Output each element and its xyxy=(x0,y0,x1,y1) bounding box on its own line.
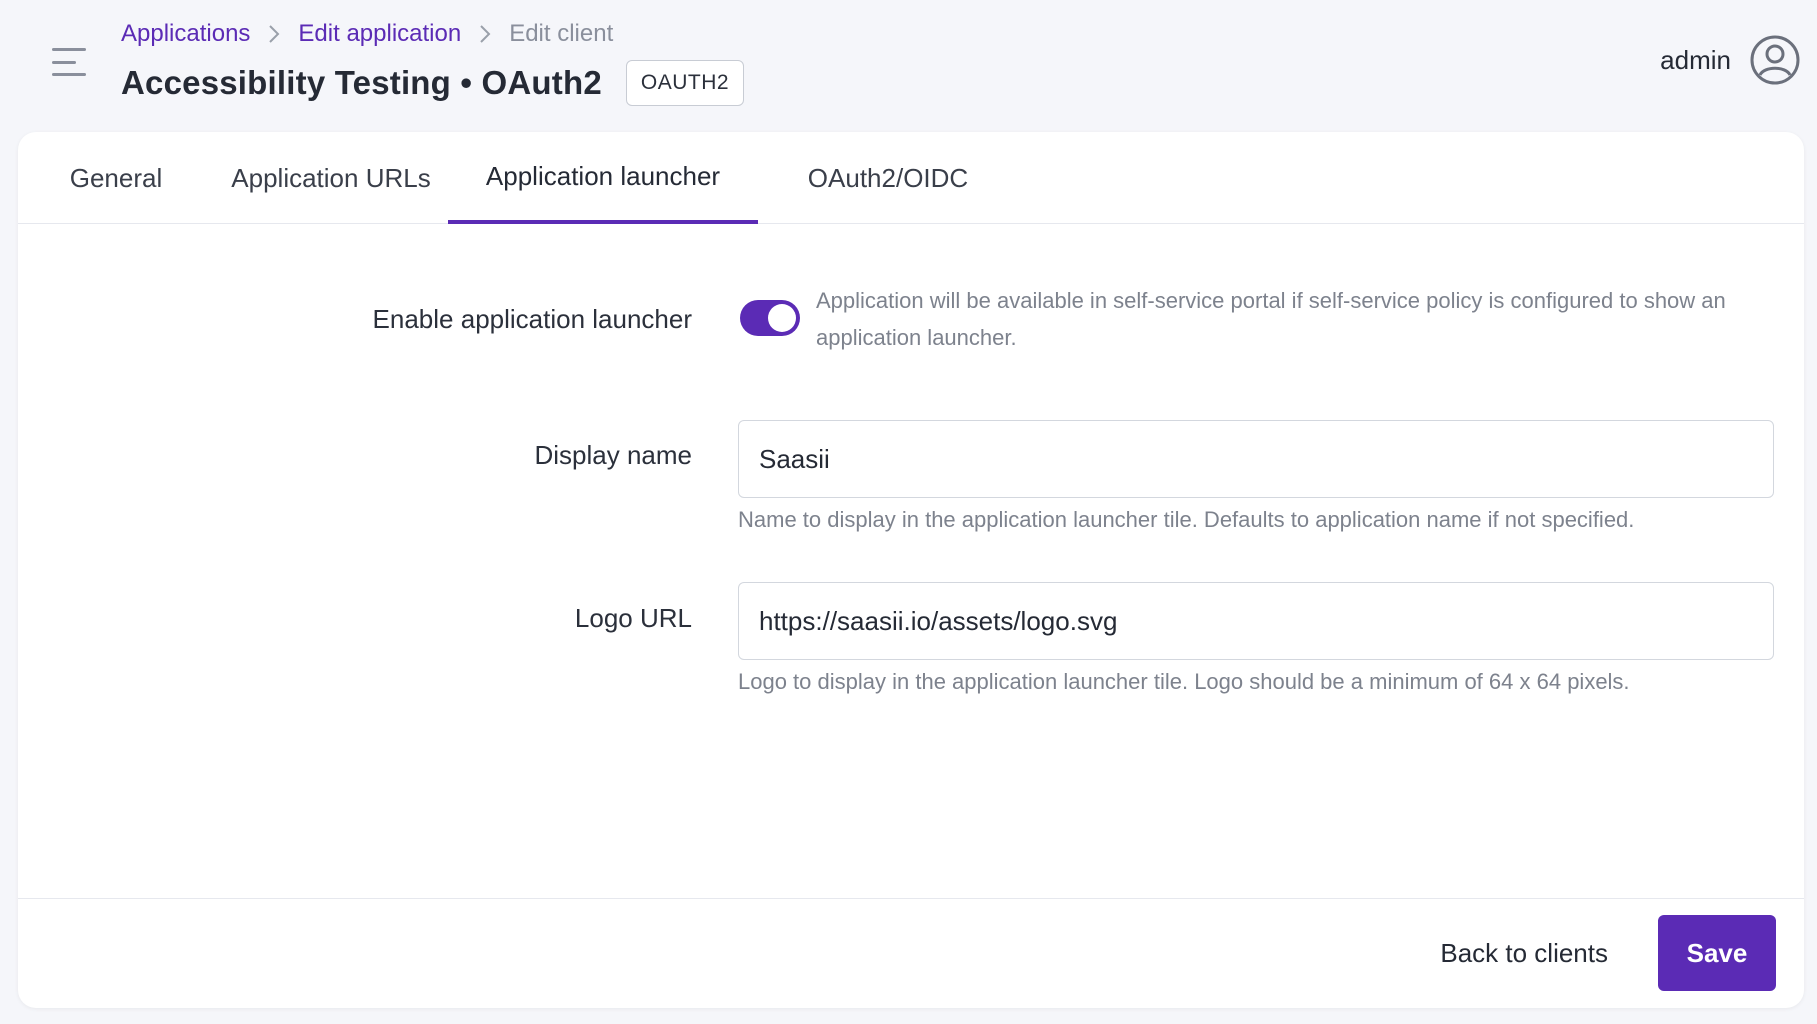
user-name: admin xyxy=(1660,44,1731,75)
user-circle-icon xyxy=(1750,35,1800,85)
client-type-badge: OAUTH2 xyxy=(625,60,745,106)
toggle-knob xyxy=(768,304,796,332)
page-header: Applications Edit application Edit clien… xyxy=(0,0,1817,132)
logo-url-label: Logo URL xyxy=(574,603,692,633)
enable-launcher-label: Enable application launcher xyxy=(372,304,692,334)
chevron-right-icon xyxy=(268,24,280,44)
tab-oauth2-oidc[interactable]: OAuth2/OIDC xyxy=(788,132,988,224)
breadcrumb-edit-application-link[interactable]: Edit application xyxy=(298,20,461,48)
breadcrumb: Applications Edit application Edit clien… xyxy=(121,20,613,48)
display-name-input[interactable] xyxy=(738,420,1774,498)
display-name-help: Name to display in the application launc… xyxy=(738,507,1635,532)
hamburger-menu-icon[interactable] xyxy=(46,44,90,80)
form-footer: Back to clients Save xyxy=(18,898,1804,1008)
logo-url-help: Logo to display in the application launc… xyxy=(738,669,1630,694)
client-settings-card: General Application URLs Application lau… xyxy=(18,132,1804,1008)
breadcrumb-applications-link[interactable]: Applications xyxy=(121,20,250,48)
chevron-right-icon xyxy=(479,24,491,44)
enable-launcher-toggle[interactable] xyxy=(740,300,800,336)
save-button[interactable]: Save xyxy=(1658,915,1776,991)
back-to-clients-button[interactable]: Back to clients xyxy=(1420,915,1628,991)
logo-url-input[interactable] xyxy=(738,582,1774,660)
tab-application-urls[interactable]: Application URLs xyxy=(211,132,451,224)
breadcrumb-current: Edit client xyxy=(509,20,614,47)
enable-launcher-help: Application will be available in self-se… xyxy=(816,288,1726,350)
user-menu[interactable]: admin xyxy=(1660,34,1801,86)
tab-bar: General Application URLs Application lau… xyxy=(18,132,1804,224)
tab-general[interactable]: General xyxy=(52,132,180,224)
tab-application-launcher[interactable]: Application launcher xyxy=(448,132,758,224)
title-row: Accessibility Testing • OAuth2 OAUTH2 xyxy=(121,60,745,106)
display-name-label: Display name xyxy=(534,440,692,470)
page-title: Accessibility Testing • OAuth2 xyxy=(121,64,602,101)
